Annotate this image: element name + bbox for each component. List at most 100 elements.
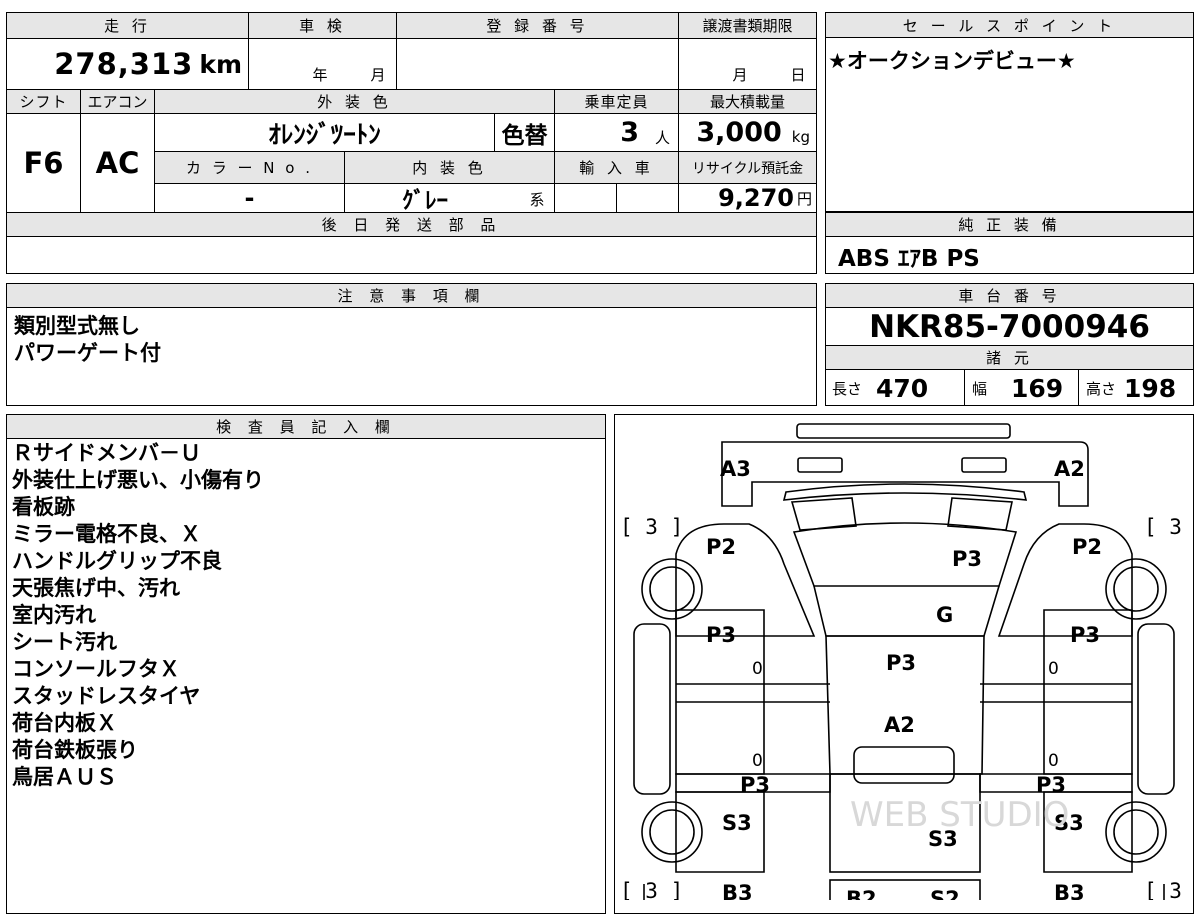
front-left-tire [641, 558, 703, 620]
caution-line: パワーゲート付 [14, 341, 161, 365]
mark-p3-right-rear: P3 [1036, 773, 1066, 797]
inspector-line: 室内汚れ [12, 603, 96, 627]
front-top-bar [796, 423, 1011, 439]
inspector-line: ハンドルグリップ不良 [12, 549, 222, 573]
shaken-month-unit: 月 [370, 65, 386, 84]
mark-p2-left-fender: P2 [706, 535, 736, 559]
length-spec: 長さ 470 [832, 370, 962, 406]
inspector-line: 看板跡 [12, 495, 75, 519]
max-load-header: 最大積載量 [709, 93, 785, 111]
inspector-line: コンソールフタＸ [12, 657, 180, 681]
mark-g-glass: G [936, 603, 953, 627]
mark-p3-right-door: P3 [1070, 623, 1100, 647]
mileage-unit: km [199, 49, 242, 79]
repaint-value: 色替 [501, 122, 548, 149]
tire-mark-rear-right: [ 3 ] [1144, 879, 1194, 900]
shaken-year-unit: 年 [312, 65, 328, 84]
height-spec: 高さ 198 [1086, 370, 1192, 406]
max-load-value: 3,000 kg [679, 114, 816, 151]
inspector-lines: Ｒサイドメンバ－Ｕ 外装仕上げ悪い、小傷有り 看板跡 ミラー電格不良、Ｘ ハンド… [12, 440, 597, 791]
width-value: 169 [1011, 373, 1064, 403]
recycle-fee-header: リサイクル預託金 [691, 160, 804, 177]
caution-lines: 類別型式無し パワーゲート付 [14, 313, 804, 367]
height-label: 高さ [1086, 379, 1117, 398]
mark-p3-windshield: P3 [952, 547, 982, 571]
interior-color-value: ｸﾞﾚｰ [402, 188, 448, 214]
mark-b3-left-rear: B3 [722, 881, 753, 900]
tire-mark-front-left: [ 3 ] [620, 515, 683, 539]
mark-p2-right-fender: P2 [1072, 535, 1102, 559]
aircon-value: AC [95, 146, 140, 180]
mileage-value: 278,313 km [7, 39, 248, 89]
inspector-line: 鳥居ＡＵＳ [12, 765, 117, 789]
inspector-line: シート汚れ [12, 630, 117, 654]
transfer-month-unit: 月 [732, 65, 748, 84]
tire-mark-rear-left: [ 3 ] [620, 879, 683, 900]
interior-color-header: 内 装 色 [412, 159, 487, 177]
mark-p3-left-rear: P3 [740, 773, 770, 797]
sales-point-text: ★オークションデビュー★ [828, 49, 1076, 73]
mileage-header: 走 行 [104, 17, 151, 35]
inspector-line: スタッドレスタイヤ [12, 684, 201, 708]
mark-a3-front-left: A3 [720, 457, 751, 481]
tire-mark-front-right: [ 3 ] [1144, 515, 1194, 539]
left-fender [675, 523, 816, 637]
recycle-fee-number: 9,270 [718, 184, 794, 212]
specs-header: 諸 元 [986, 349, 1033, 367]
mark-a2-front-right: A2 [1054, 457, 1085, 481]
max-load-number: 3,000 [696, 117, 782, 148]
mark-s3-left-sill: S3 [722, 811, 752, 835]
width-label: 幅 [972, 379, 988, 398]
mark-s2-rear-center: S2 [930, 887, 960, 900]
shaken-header: 車 検 [299, 17, 346, 35]
chassis-number: NKR85-7000946 [869, 308, 1150, 345]
shift-value: F6 [23, 146, 64, 180]
rear-left-tire [641, 801, 703, 863]
genuine-equipment-text: ABS ｴｱB PS [838, 245, 980, 272]
front-bumper [721, 441, 1089, 507]
mark-b3-right-rear: B3 [1054, 881, 1085, 900]
imported-header: 輸 入 車 [579, 159, 654, 177]
capacity-value: 3 人 [555, 114, 678, 151]
hood [792, 522, 1018, 587]
mark-b2-rear-center: B2 [846, 887, 877, 900]
inspector-line: ミラー電格不良、Ｘ [12, 522, 201, 546]
transfer-deadline-header: 譲渡書類期限 [702, 17, 793, 35]
recycle-fee-value: 9,270 円 [679, 184, 816, 212]
inspector-line: Ｒサイドメンバ－Ｕ [12, 441, 201, 465]
small-zero-mark: 0 [752, 751, 763, 771]
sales-point-box [825, 12, 1194, 212]
capacity-header: 乗車定員 [584, 93, 649, 111]
genuine-equipment-header: 純 正 装 備 [958, 216, 1061, 234]
height-value: 198 [1124, 373, 1177, 403]
length-value: 470 [876, 373, 929, 403]
later-parts-header: 後 日 発 送 部 品 [321, 216, 502, 234]
transfer-day-unit: 日 [790, 65, 806, 84]
small-zero-mark: 0 [1048, 751, 1059, 771]
registration-header: 登 録 番 号 [486, 17, 589, 35]
mark-p3-left-door: P3 [706, 623, 736, 647]
exterior-color-header: 外 装 色 [317, 93, 392, 111]
small-zero-mark: 0 [1048, 659, 1059, 679]
exterior-color-value: ｵﾚﾝｼﾞﾂｰﾄﾝ [268, 119, 381, 149]
watermark: WEB STUDIO [850, 795, 1069, 835]
length-label: 長さ [832, 379, 863, 398]
mileage-number: 278,313 [54, 47, 194, 81]
front-right-tire [1105, 558, 1167, 620]
inspector-line: 外装仕上げ悪い、小傷有り [12, 468, 264, 492]
caution-line: 類別型式無し [14, 314, 140, 338]
small-zero-mark: 0 [752, 659, 763, 679]
inspector-line: 荷台内板Ｘ [12, 711, 117, 735]
recycle-fee-unit: 円 [796, 189, 812, 208]
rear-right-tire [1105, 801, 1167, 863]
shift-header: シフト [19, 93, 68, 111]
max-load-unit: kg [791, 127, 810, 146]
inspector-line: 荷台鉄板張り [12, 738, 138, 762]
sales-point-header: セ ー ル ス ポ イ ン ト [902, 16, 1117, 35]
interior-suffix: 系 [529, 190, 545, 209]
aircon-header: エアコン [87, 93, 148, 111]
color-no-value: - [244, 184, 255, 212]
inspector-line: 天張焦げ中、汚れ [12, 576, 180, 600]
capacity-number: 3 [620, 117, 639, 148]
color-no-header: カ ラ ー N o . [185, 159, 313, 177]
